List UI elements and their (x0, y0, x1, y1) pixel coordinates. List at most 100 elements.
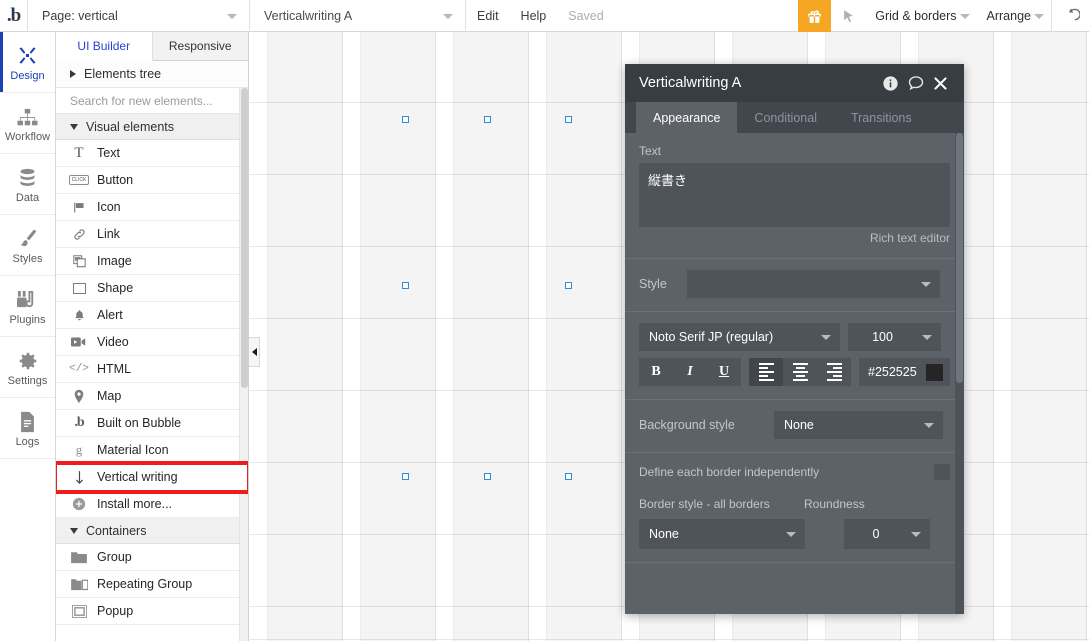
workflow-icon (16, 104, 39, 128)
rail-item-styles[interactable]: Styles (0, 215, 55, 276)
rich-text-editor-link[interactable]: Rich text editor (639, 231, 950, 245)
font-color-picker[interactable]: #252525 (859, 358, 950, 386)
rail-label-workflow: Workflow (4, 130, 51, 143)
align-right-icon[interactable] (817, 358, 851, 386)
underline-button[interactable]: U (707, 358, 741, 386)
element-map[interactable]: Map (56, 383, 248, 410)
gift-icon[interactable] (798, 0, 832, 32)
tab-responsive[interactable]: Responsive (152, 32, 248, 60)
align-left-icon[interactable] (749, 358, 783, 386)
resize-handle-bottom-right[interactable] (565, 473, 572, 480)
rail-item-data[interactable]: Data (0, 154, 55, 215)
align-center-icon[interactable] (783, 358, 817, 386)
group-containers[interactable]: Containers (56, 518, 248, 544)
font-family-dropdown[interactable]: Noto Serif JP (regular) (639, 323, 840, 351)
rail-item-design[interactable]: Design (0, 32, 55, 93)
element-video[interactable]: Video (56, 329, 248, 356)
property-editor: Verticalwriting A Appearance Conditional… (625, 64, 964, 614)
resize-handle-middle-right[interactable] (565, 282, 572, 289)
border-style-dropdown[interactable]: None (639, 519, 805, 549)
grid-borders-label: Grid & borders (875, 8, 957, 23)
style-section: Style (625, 259, 964, 312)
plus-circle-icon (70, 497, 88, 511)
group-containers-label: Containers (86, 523, 147, 538)
arrange-label: Arrange (986, 8, 1031, 23)
rail-item-logs[interactable]: Logs (0, 398, 55, 459)
close-icon[interactable] (928, 76, 953, 91)
text-input[interactable]: 縦書き (639, 163, 950, 227)
resize-handle-top-center[interactable] (484, 116, 491, 123)
resize-handle-middle-left[interactable] (402, 282, 409, 289)
element-html[interactable]: </> HTML (56, 356, 248, 383)
element-group-label: Group (97, 550, 132, 564)
tab-appearance[interactable]: Appearance (636, 102, 738, 133)
text-align-buttons (749, 358, 851, 386)
element-group[interactable]: Group (56, 544, 248, 571)
undo-icon[interactable] (1051, 0, 1089, 32)
element-popup[interactable]: Popup (56, 598, 248, 625)
chevron-right-icon (70, 70, 76, 78)
info-icon[interactable] (878, 75, 903, 92)
search-elements-input[interactable]: Search for new elements... (56, 88, 248, 114)
tab-transitions[interactable]: Transitions (834, 102, 929, 133)
grid-borders-menu[interactable]: Grid & borders (865, 0, 976, 31)
tab-conditional[interactable]: Conditional (737, 102, 834, 133)
element-text-label: Text (97, 146, 120, 160)
panel-collapse-toggle[interactable] (249, 337, 260, 367)
gear-icon (17, 348, 39, 372)
element-material-icon[interactable]: g Material Icon (56, 437, 248, 464)
property-editor-scrollbar[interactable] (955, 133, 964, 614)
element-install-more[interactable]: Install more... (56, 491, 248, 518)
panel-scrollbar[interactable] (239, 88, 248, 641)
property-editor-scrollbar-thumb[interactable] (956, 133, 963, 383)
roundness-dropdown[interactable]: 0 (844, 519, 930, 549)
element-repeating-group[interactable]: Repeating Group (56, 571, 248, 598)
background-style-dropdown[interactable]: None (774, 411, 943, 439)
element-image[interactable]: Image (56, 248, 248, 275)
comment-icon[interactable] (903, 74, 928, 92)
element-vertical-writing[interactable]: Vertical writing (56, 461, 248, 494)
define-borders-checkbox[interactable] (934, 464, 950, 480)
bubble-logo[interactable]: .b (0, 0, 28, 31)
resize-handle-top-right[interactable] (565, 116, 572, 123)
arrange-menu[interactable]: Arrange (977, 0, 1051, 31)
edit-menu[interactable]: Edit (466, 0, 510, 31)
rail-item-plugins[interactable]: Plugins (0, 276, 55, 337)
resize-handle-top-left[interactable] (402, 116, 409, 123)
group-visual-elements[interactable]: Visual elements (56, 114, 248, 140)
bubble-logo-text: .b (6, 5, 21, 26)
rail-item-settings[interactable]: Settings (0, 337, 55, 398)
panel-scrollbar-thumb[interactable] (241, 88, 248, 388)
font-section: Noto Serif JP (regular) 100 B I U #25252… (625, 312, 964, 400)
resize-handle-bottom-left[interactable] (402, 473, 409, 480)
page-selector[interactable]: Page: vertical (28, 0, 250, 31)
element-text[interactable]: T Text (56, 140, 248, 167)
bold-button[interactable]: B (639, 358, 673, 386)
chevron-down-icon (924, 423, 934, 428)
element-shape[interactable]: Shape (56, 275, 248, 302)
font-size-dropdown[interactable]: 100 (848, 323, 941, 351)
property-editor-header[interactable]: Verticalwriting A (625, 64, 964, 102)
help-menu[interactable]: Help (510, 0, 558, 31)
design-icon (16, 43, 39, 67)
elements-tree-toggle[interactable]: Elements tree (56, 61, 248, 88)
cursor-icon[interactable] (831, 0, 865, 32)
tab-ui-builder[interactable]: UI Builder (56, 32, 153, 61)
element-built-on-bubble-label: Built on Bubble (97, 416, 182, 430)
element-selector[interactable]: Verticalwriting A (250, 0, 466, 31)
bubble-editor: .b Page: vertical Verticalwriting A Edit… (0, 0, 1089, 641)
search-placeholder: Search for new elements... (70, 93, 213, 108)
element-button[interactable]: CLICK Button (56, 167, 248, 194)
button-icon: CLICK (68, 175, 90, 185)
rail-item-workflow[interactable]: Workflow (0, 93, 55, 154)
element-icon[interactable]: Icon (56, 194, 248, 221)
element-alert[interactable]: Alert (56, 302, 248, 329)
element-image-label: Image (97, 254, 132, 268)
italic-button[interactable]: I (673, 358, 707, 386)
element-shape-label: Shape (97, 281, 134, 295)
resize-handle-bottom-center[interactable] (484, 473, 491, 480)
element-link[interactable]: Link (56, 221, 248, 248)
style-dropdown[interactable] (687, 270, 940, 298)
chevron-down-icon (227, 13, 237, 19)
element-built-on-bubble[interactable]: .b Built on Bubble (56, 410, 248, 437)
